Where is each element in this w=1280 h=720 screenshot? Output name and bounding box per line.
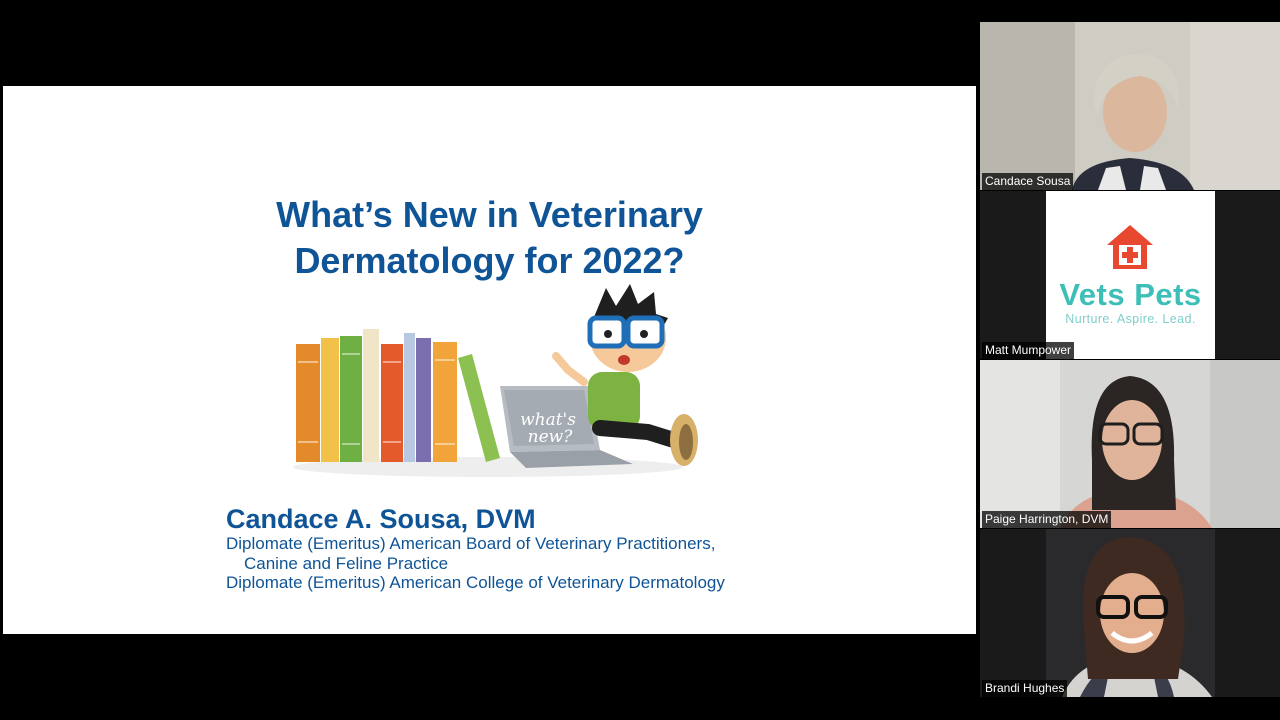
credential-line-1: Diplomate (Emeritus) American Board of V… [226, 534, 716, 553]
participant-name-label: Matt Mumpower [982, 342, 1075, 359]
credential-line-2: Canine and Feline Practice [244, 553, 449, 573]
vets-pets-tagline: Nurture. Aspire. Lead. [1065, 312, 1196, 326]
presenter-name: Candace A. Sousa, DVM [226, 504, 536, 534]
shared-slide: What’s New in Veterinary Dermatology for… [3, 86, 976, 634]
participant-tile-matt[interactable]: Vets Pets Nurture. Aspire. Lead. Matt Mu… [980, 191, 1280, 359]
vets-pets-brand-text: Vets Pets [1059, 277, 1202, 312]
participant-video-paige [980, 360, 1280, 528]
participant-tile-paige[interactable]: Paige Harrington, DVM [980, 360, 1280, 528]
participant-name-label: Paige Harrington, DVM [982, 511, 1112, 528]
credential-line-3: Diplomate (Emeritus) American College of… [226, 573, 725, 592]
books-and-laptop-illustration: what's new? [293, 284, 698, 477]
presenter-block: Candace A. Sousa, DVM Diplomate (Emeritu… [226, 504, 725, 593]
laptop-text-line-2: new? [528, 427, 574, 447]
slide-title-line-2: Dermatology for 2022? [294, 240, 685, 281]
participant-name-label: Candace Sousa [982, 173, 1074, 190]
slide-title-line-1: What’s New in Veterinary [276, 194, 703, 235]
participant-tile-candace[interactable]: Candace Sousa [980, 22, 1280, 190]
participant-video-brandi [980, 529, 1280, 697]
participant-video-candace [980, 22, 1280, 190]
participant-tile-brandi[interactable]: Brandi Hughes [980, 529, 1280, 697]
participant-name-label: Brandi Hughes [982, 680, 1068, 697]
slide-title: What’s New in Veterinary Dermatology for… [3, 192, 976, 284]
vets-pets-logo-card: Vets Pets Nurture. Aspire. Lead. [1046, 191, 1215, 359]
house-cross-icon [1107, 225, 1153, 269]
